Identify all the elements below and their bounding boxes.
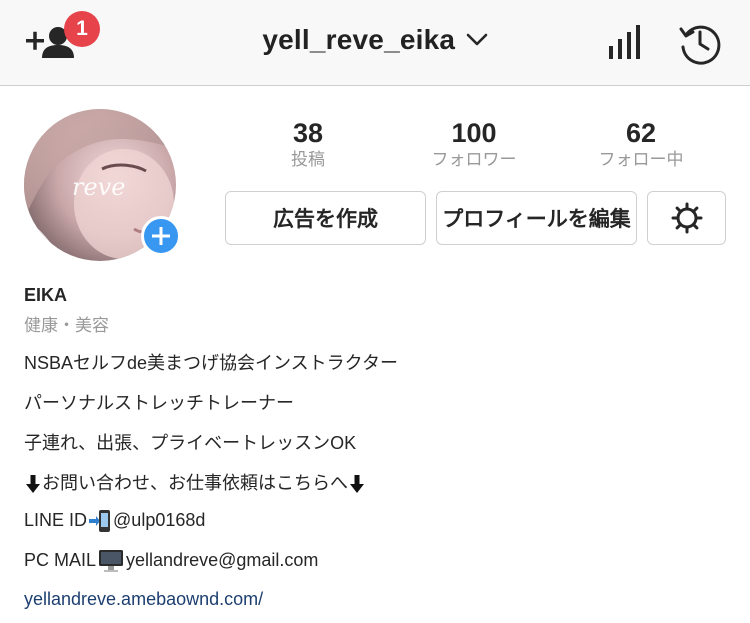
contact-text: お問い合わせ、お仕事依頼はこちらへ bbox=[42, 473, 348, 493]
posts-number: 38 bbox=[292, 118, 324, 148]
create-ad-button[interactable]: 広告を作成 bbox=[225, 191, 426, 245]
website-link[interactable]: yellandreve.amebaownd.com/ bbox=[24, 589, 263, 610]
bio-line: 子連れ、出張、プライベートレッスンOK bbox=[24, 433, 357, 453]
top-navigation-bar: 1 yell_reve_eika bbox=[0, 0, 750, 86]
following-count[interactable]: 62 フォロー中 bbox=[571, 117, 711, 171]
avatar-watermark: reve bbox=[72, 173, 125, 201]
bio-contact-line: お問い合わせ、お仕事依頼はこちらへ bbox=[24, 469, 366, 495]
gear-icon bbox=[671, 202, 702, 234]
following-number: 62 bbox=[625, 118, 657, 148]
edit-profile-button[interactable]: プロフィールを編集 bbox=[436, 191, 637, 245]
desktop-computer-icon bbox=[99, 550, 124, 572]
profile-bio-header: EIKA 健康・美容 bbox=[24, 284, 724, 336]
bio-line-id: LINE ID @ulp0168d bbox=[24, 509, 205, 533]
chevron-down-icon bbox=[466, 33, 487, 46]
pc-mail-label: PC MAIL bbox=[24, 549, 97, 570]
bio-pc-mail: PC MAIL yellandreve@gmail.com bbox=[24, 549, 318, 573]
mobile-phone-icon bbox=[89, 510, 111, 532]
line-id-value: @ulp0168d bbox=[113, 509, 206, 530]
display-name: EIKA bbox=[24, 285, 68, 305]
business-category: 健康・美容 bbox=[24, 316, 109, 335]
followers-number: 100 bbox=[451, 118, 497, 148]
followers-count[interactable]: 100 フォロワー bbox=[404, 117, 544, 171]
profile-username: yell_reve_eika bbox=[262, 24, 456, 55]
history-icon[interactable] bbox=[678, 21, 722, 65]
bio-line: パーソナルストレッチトレーナー bbox=[24, 393, 294, 413]
posts-count[interactable]: 38 投稿 bbox=[238, 117, 378, 171]
posts-label: 投稿 bbox=[291, 150, 325, 169]
bio-line: NSBAセルフde美まつげ協会インストラクター bbox=[24, 353, 398, 373]
followers-label: フォロワー bbox=[431, 150, 517, 169]
line-id-label: LINE ID bbox=[24, 509, 88, 530]
following-label: フォロー中 bbox=[598, 150, 684, 169]
insights-icon[interactable] bbox=[607, 24, 645, 60]
pc-mail-value: yellandreve@gmail.com bbox=[126, 549, 319, 570]
down-arrow-icon bbox=[350, 475, 364, 494]
down-arrow-icon bbox=[26, 475, 40, 494]
add-story-button[interactable] bbox=[141, 216, 181, 256]
settings-button[interactable] bbox=[647, 191, 726, 245]
